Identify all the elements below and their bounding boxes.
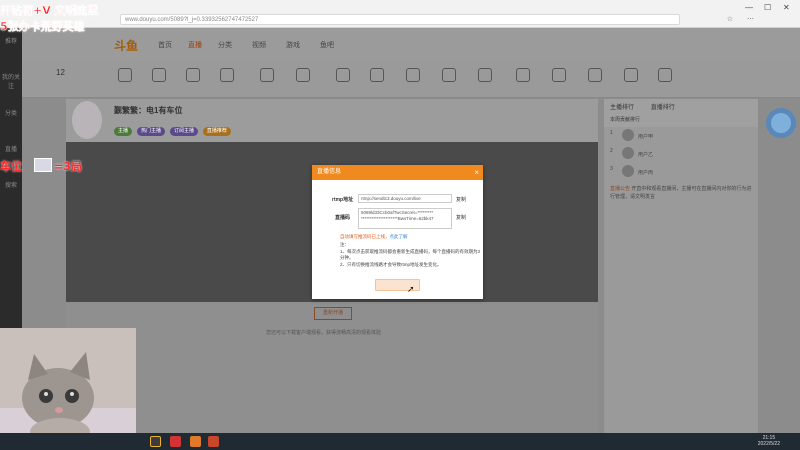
car-position-label: 车位 [0, 160, 22, 173]
browser-toolbar-icons[interactable]: ☆ ⋯ [727, 15, 760, 23]
toolbar-icon-1[interactable] [118, 68, 132, 82]
toolbar-icon-11[interactable] [478, 68, 492, 82]
toolbar-icon-2[interactable] [152, 68, 166, 82]
toolbar-icon-6[interactable] [296, 68, 310, 82]
taskbar: 21:15 2022/5/22 [0, 433, 800, 450]
toolbar-icon-10[interactable] [442, 68, 456, 82]
room-tags: 主播 热门主播 订阅主播 直播推荐 [114, 127, 234, 136]
modal-title: 直播信息 [317, 169, 342, 175]
overlay-line-1: 开钻初+V 文明底星 [0, 4, 99, 17]
rail-item-category[interactable]: 分类 [0, 100, 22, 136]
browser-taskbar-icon[interactable] [150, 436, 161, 447]
close-icon[interactable]: × [474, 165, 479, 180]
rank-number: 2 [610, 148, 613, 154]
toolbar-icon-3[interactable] [186, 68, 200, 82]
nav-game[interactable]: 游戏 [286, 40, 300, 50]
toolbar-icon-9[interactable] [406, 68, 420, 82]
browser-chrome: — ☐ ✕ www.douyu.com/5089?l_j=0.339325627… [0, 0, 800, 28]
level-number: 12 [56, 68, 65, 77]
minimize-button[interactable]: — [745, 3, 753, 12]
rank-number: 1 [610, 130, 613, 136]
room-tag[interactable]: 主播 [114, 127, 133, 136]
site-nav: 斗鱼 首页 直播 分类 视频 游戏 鱼吧 [22, 28, 800, 62]
modal-notes: 注： 1、每次点击获取推流码都会重新生成直播码，每个直播码的有效期为3分钟。 2… [340, 242, 480, 268]
note-2: 2、只有切换推流线路才会导致rtmp地址发生变化。 [340, 261, 442, 267]
rank-section-title: 本周贡献排行 [604, 113, 758, 127]
clock-date: 2022/5/22 [757, 441, 780, 447]
nav-video[interactable]: 视频 [252, 40, 266, 50]
nav-home[interactable]: 首页 [158, 40, 172, 50]
stream-code-field[interactable]: 5089ld33Ccb0afTwcSecret=********* ******… [358, 208, 452, 229]
app-taskbar-icon[interactable] [190, 436, 201, 447]
copy-rtmp-button[interactable]: 复制 [456, 196, 466, 203]
toolbar-icon-13[interactable] [552, 68, 566, 82]
avatar [622, 147, 634, 159]
note-1: 1、每次点击获取推流码都会重新生成直播码，每个直播码的有效期为3分钟。 [340, 248, 481, 261]
rank-name: 用户丙 [638, 170, 654, 176]
rank-name: 用户甲 [638, 134, 654, 140]
room-toolbar: 12 [22, 62, 800, 98]
room-tag[interactable]: 直播推荐 [202, 127, 231, 136]
tab-live-rank[interactable]: 直播排行 [651, 105, 675, 111]
toolbar-icon-7[interactable] [336, 68, 350, 82]
room-title: 觐繁繁：电1有车位 [114, 106, 183, 115]
right-panel: 主播排行 直播排行 本周贡献排行 1 用户甲 2 用户乙 3 用户丙 直播公告 … [604, 99, 758, 433]
rank-name: 用户乙 [638, 152, 654, 158]
notice-text: 开直中和观看直播间，主播可在直播间内对你的行为进行管理，请文明发言 [610, 186, 752, 200]
rank-row[interactable]: 1 用户甲 [604, 127, 758, 145]
side-float-badge[interactable] [762, 100, 800, 146]
overlay-line-2: 5张办卡荒野英雄 [0, 20, 85, 33]
room-tag[interactable]: 订阅主播 [169, 127, 198, 136]
maximize-button[interactable]: ☐ [764, 3, 771, 12]
modal-header: 直播信息 × [312, 165, 483, 180]
restart-stream-button[interactable]: 重新开播 [314, 307, 352, 320]
tab-anchor-rank[interactable]: 主播排行 [610, 105, 634, 111]
site-logo[interactable]: 斗鱼 [114, 37, 138, 54]
warn-text: 自动填写推流码已上线， [340, 234, 390, 239]
avatar [622, 165, 634, 177]
toolbar-icon-4[interactable] [220, 68, 234, 82]
room-header: 觐繁繁：电1有车位 主播 热门主播 订阅主播 直播推荐 [66, 99, 598, 142]
rail-item-follow[interactable]: 我的关注 [0, 64, 22, 100]
toolbar-icon-8[interactable] [370, 68, 384, 82]
rank-row[interactable]: 2 用户乙 [604, 145, 758, 163]
client-download-note: 您还可以下载客户端观看，获得流畅高清的观看体验 [266, 330, 382, 336]
mouse-cursor-icon: ➚ [407, 284, 415, 294]
live-info-modal: 直播信息 × rtmp地址 rtmp://sendtc3.douyu.com/l… [312, 165, 483, 299]
rank-row[interactable]: 3 用户丙 [604, 163, 758, 181]
code-label: 直播码 [335, 215, 351, 221]
under-video-area: 重新开播 您还可以下载客户端观看，获得流畅高清的观看体验 [66, 302, 598, 433]
right-panel-tabs: 主播排行 直播排行 [604, 99, 758, 113]
car-position-value: =3局 [54, 160, 82, 173]
avatar [622, 129, 634, 141]
room-tag[interactable]: 热门主播 [136, 127, 165, 136]
learn-more-link[interactable]: 点此了解 [390, 234, 408, 239]
toolbar-icon-15[interactable] [624, 68, 638, 82]
webcam-kitten [0, 328, 136, 450]
live-notice: 直播公告 开直中和观看直播间，主播可在直播间内对你的行为进行管理，请文明发言 [604, 181, 758, 205]
rail-item-search[interactable]: 搜索 [0, 172, 22, 208]
address-bar[interactable]: www.douyu.com/5089?l_j=0.339325627474725… [120, 14, 680, 25]
system-clock[interactable]: 21:15 2022/5/22 [758, 435, 780, 447]
rank-number: 3 [610, 166, 613, 172]
app-taskbar-icon[interactable] [208, 436, 219, 447]
copy-code-button[interactable]: 复制 [456, 214, 466, 221]
nav-category[interactable]: 分类 [218, 40, 232, 50]
toolbar-icon-16[interactable] [658, 68, 672, 82]
notice-label: 直播公告 [610, 186, 631, 192]
rtmp-field[interactable]: rtmp://sendtc3.douyu.com/live [358, 194, 452, 203]
auto-fill-notice: 自动填写推流码已上线，点此了解 [340, 234, 408, 240]
close-window-button[interactable]: ✕ [783, 3, 790, 12]
car-icon [34, 158, 52, 172]
nav-fishbar[interactable]: 鱼吧 [320, 40, 334, 50]
toolbar-icon-5[interactable] [260, 68, 274, 82]
anchor-avatar[interactable] [72, 101, 102, 139]
toolbar-icon-12[interactable] [516, 68, 530, 82]
app-taskbar-icon[interactable] [170, 436, 181, 447]
rtmp-label: rtmp地址 [332, 197, 354, 203]
nav-live[interactable]: 直播 [188, 40, 202, 50]
toolbar-icon-14[interactable] [588, 68, 602, 82]
